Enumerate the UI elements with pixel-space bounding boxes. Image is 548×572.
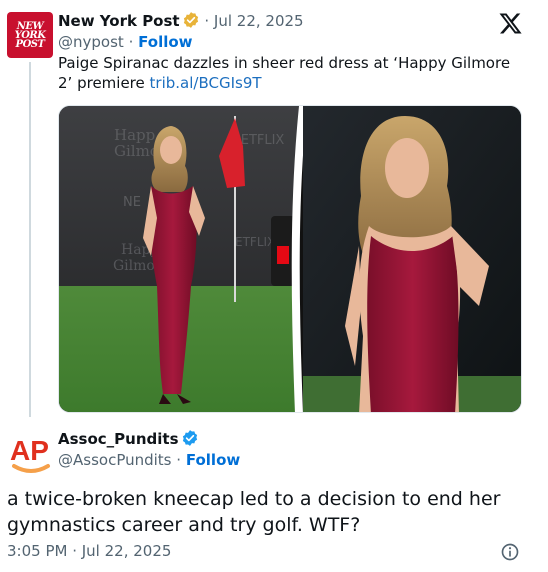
- tweet-media-image[interactable]: Happ Gilmo NETFLIX NE Happ Gilmo ETFLIX: [58, 105, 522, 413]
- backdrop-text: Gilmo: [114, 142, 159, 160]
- verified-blue-icon: [182, 430, 197, 446]
- author-name[interactable]: New York Post: [58, 12, 180, 30]
- quoted-tweet-text: Paige Spiranac dazzles in sheer red dres…: [58, 53, 528, 93]
- reply-tweet-text: a twice-broken kneecap led to a decision…: [7, 488, 501, 536]
- assoc-pundits-avatar[interactable]: AP: [8, 430, 54, 476]
- photo-collage-illustration: Happ Gilmo NETFLIX NE Happ Gilmo ETFLIX: [59, 106, 521, 412]
- info-icon[interactable]: [500, 542, 520, 562]
- backdrop-text: Gilmo: [113, 258, 155, 274]
- avatar-logo-text: AP: [10, 435, 49, 466]
- quoted-tweet-header: New York Post · Jul 22, 2025: [58, 11, 304, 31]
- author-handle[interactable]: @AssocPundits: [58, 451, 172, 469]
- tweet-body: Paige Spiranac dazzles in sheer red dres…: [58, 54, 511, 92]
- reply-tweet-header: Assoc_Pundits: [58, 429, 199, 449]
- backdrop-text: ETFLIX: [235, 235, 275, 249]
- author-handle[interactable]: @nypost: [58, 33, 124, 51]
- tweet-embed-card: NEW YORK POST New York Post · Jul 22, 20…: [0, 0, 548, 572]
- tweet-date[interactable]: · Jul 22, 2025: [204, 12, 303, 30]
- verified-gold-icon: [183, 12, 198, 28]
- separator-dot: ·: [128, 33, 134, 51]
- follow-button[interactable]: Follow: [186, 451, 240, 469]
- tweet-link[interactable]: trib.al/BCGIs9T: [150, 74, 262, 92]
- tweet-timestamp[interactable]: 3:05 PM · Jul 22, 2025: [7, 541, 171, 561]
- logo-line-3: POST: [15, 38, 45, 50]
- follow-button[interactable]: Follow: [138, 33, 192, 51]
- quoted-tweet-handle-row: @nypost · Follow: [58, 32, 193, 52]
- backdrop-text: NE: [123, 195, 141, 210]
- thread-connector-line: [29, 62, 31, 417]
- nypost-avatar[interactable]: NEW YORK POST: [7, 12, 53, 58]
- reply-tweet-handle-row: @AssocPundits · Follow: [58, 450, 240, 470]
- author-name[interactable]: Assoc_Pundits: [58, 430, 179, 448]
- x-logo-icon[interactable]: [498, 12, 522, 36]
- separator-dot: ·: [176, 451, 182, 469]
